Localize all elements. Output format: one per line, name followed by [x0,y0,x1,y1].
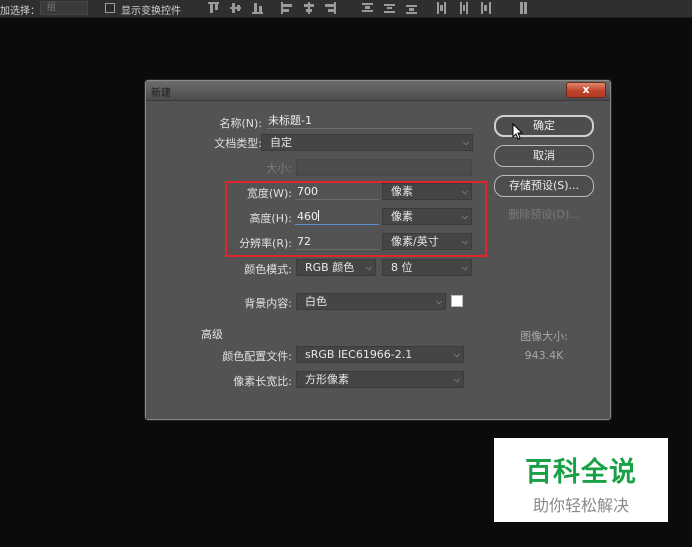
auto-align-icon[interactable] [518,2,529,14]
distribute-top-icon[interactable] [362,2,373,14]
align-top-icon[interactable] [208,2,219,14]
document-type-value: 自定 [270,136,292,149]
pixel-aspect-value: 方形像素 [305,373,349,386]
document-type-label: 文档类型: [214,137,262,150]
delete-preset-button: 删除预设(D)... [494,205,594,227]
align-right-icon[interactable] [325,2,336,14]
close-button[interactable]: x [566,82,606,98]
distribute-hcenter-icon[interactable] [458,2,469,14]
align-hcenter-icon[interactable] [303,2,314,14]
dialog-title: 新建 [151,88,171,99]
dialog-body: 名称(N): 未标题-1 文档类型: 自定 ⌵ 大小: 宽度(W): 700 像素… [146,102,610,419]
distribute-right-icon[interactable] [480,2,491,14]
background-label: 背景内容: [244,297,292,310]
watermark-subtitle: 助你轻松解决 [532,496,629,515]
background-value: 白色 [305,295,327,308]
show-transform-label: 显示变换控件 [121,6,181,17]
watermark-logo: 百科全说 助你轻松解决 [494,438,668,522]
ok-label: 确定 [533,119,555,132]
color-profile-label: 颜色配置文件: [222,350,292,363]
auto-select-label: 加选择： [0,6,40,17]
auto-select-dropdown[interactable]: 组 [40,1,88,15]
delete-preset-label: 删除预设(D)... [508,208,580,221]
color-mode-select[interactable]: RGB 颜色 ⌵ [296,259,376,276]
size-label: 大小: [266,162,292,175]
cancel-label: 取消 [533,149,555,162]
distribute-bottom-icon[interactable] [406,2,417,14]
size-select [296,159,472,176]
document-type-select[interactable]: 自定 ⌵ [261,134,473,151]
chevron-down-icon: ⌵ [453,375,460,384]
align-bottom-icon[interactable] [252,2,263,14]
color-profile-select[interactable]: sRGB IEC61966-2.1 ⌵ [296,346,464,363]
background-color-swatch[interactable] [451,295,463,307]
cancel-button[interactable]: 取消 [494,145,594,167]
watermark-title: 百科全说 [525,457,637,488]
bit-depth-value: 8 位 [391,261,413,274]
color-mode-label: 颜色模式: [244,263,292,276]
ok-button[interactable]: 确定 [494,115,594,137]
close-icon: x [582,83,590,96]
advanced-label: 高级 [201,328,223,341]
chevron-down-icon: ⌵ [461,263,468,272]
pixel-aspect-label: 像素长宽比: [233,375,292,388]
name-label: 名称(N): [219,117,262,130]
chevron-down-icon: ⌵ [435,297,442,306]
chevron-down-icon: ⌵ [462,138,469,147]
color-mode-value: RGB 颜色 [305,261,355,274]
distribute-vcenter-icon[interactable] [384,2,395,14]
color-profile-value: sRGB IEC61966-2.1 [305,348,413,361]
highlight-box [225,181,487,257]
name-input[interactable]: 未标题-1 [266,113,472,129]
new-document-dialog: 新建 x 名称(N): 未标题-1 文档类型: 自定 ⌵ 大小: 宽度(W): 7… [145,80,611,420]
distribute-left-icon[interactable] [436,2,447,14]
save-preset-label: 存储预设(S)... [508,179,580,192]
background-select[interactable]: 白色 ⌵ [296,293,446,310]
image-size-label: 图像大小: [520,330,568,343]
align-left-icon[interactable] [281,2,292,14]
show-transform-checkbox[interactable] [105,3,115,13]
bit-depth-select[interactable]: 8 位 ⌵ [382,259,472,276]
align-vcenter-icon[interactable] [230,2,241,14]
image-size-value: 943.4K [524,349,564,362]
mouse-cursor-icon [512,123,524,140]
chevron-down-icon: ⌵ [365,263,372,272]
save-preset-button[interactable]: 存储预设(S)... [494,175,594,197]
pixel-aspect-select[interactable]: 方形像素 ⌵ [296,371,464,388]
options-bar: 加选择： 组 显示变换控件 [0,0,692,18]
chevron-down-icon: ⌵ [453,350,460,359]
dialog-titlebar: 新建 x [146,81,610,101]
